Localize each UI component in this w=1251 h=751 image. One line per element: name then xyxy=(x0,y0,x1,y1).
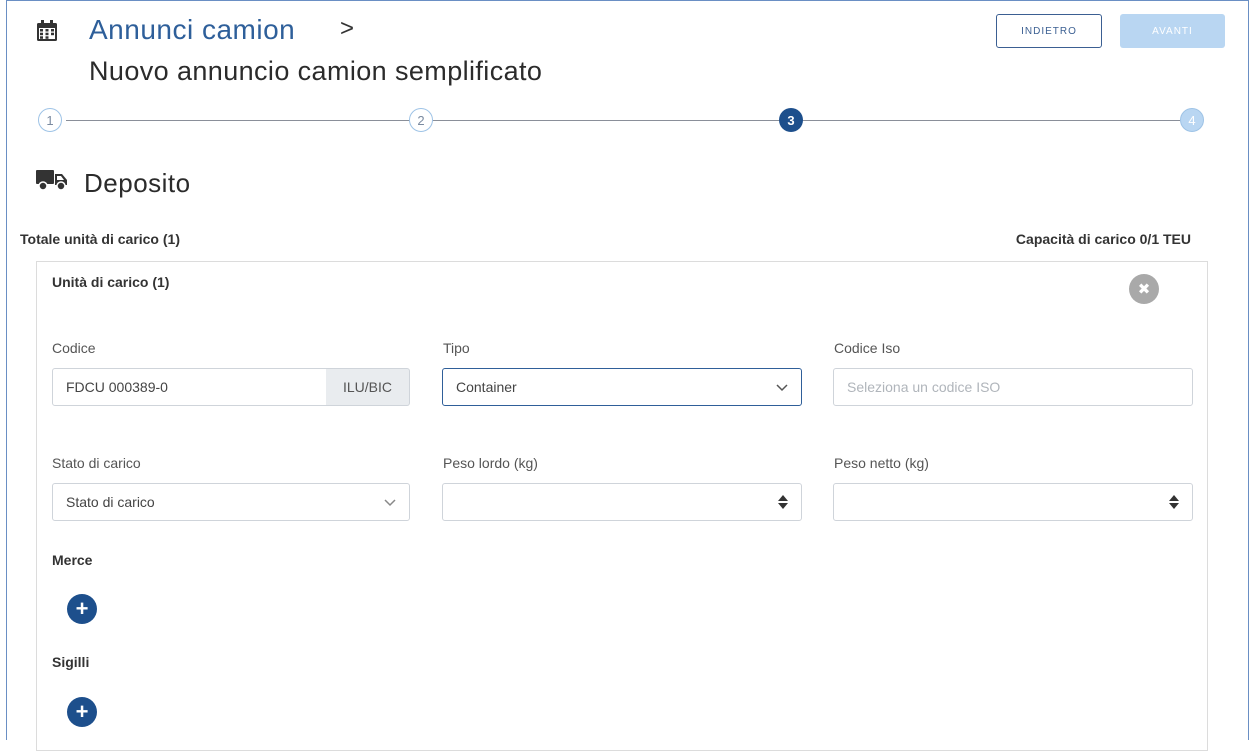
tipo-select[interactable]: Container xyxy=(442,368,802,406)
stato-value: Stato di carico xyxy=(66,494,155,510)
peso-lordo-label: Peso lordo (kg) xyxy=(443,455,538,471)
peso-lordo-input[interactable] xyxy=(442,483,802,521)
tipo-value: Container xyxy=(456,379,517,395)
add-merce-button[interactable]: + xyxy=(67,594,97,624)
step-1[interactable]: 1 xyxy=(38,108,62,132)
codice-iso-placeholder: Seleziona un codice ISO xyxy=(847,379,1001,395)
stato-select[interactable]: Stato di carico xyxy=(52,483,410,521)
peso-netto-label: Peso netto (kg) xyxy=(834,455,929,471)
add-sigilli-button[interactable]: + xyxy=(67,697,97,727)
truck-icon xyxy=(36,170,67,191)
section-title: Deposito xyxy=(84,168,191,198)
load-capacity-label: Capacità di carico 0/1 TEU xyxy=(1015,231,1191,247)
codice-addon: ILU/BIC xyxy=(326,368,410,406)
merce-label: Merce xyxy=(52,552,93,568)
calendar-icon xyxy=(37,20,57,41)
page-subtitle: Nuovo annuncio camion semplificato xyxy=(89,56,543,86)
step-2[interactable]: 2 xyxy=(409,108,433,132)
step-4[interactable]: 4 xyxy=(1180,108,1204,132)
next-button[interactable]: AVANTI xyxy=(1120,14,1225,48)
peso-netto-input[interactable] xyxy=(833,483,1193,521)
tipo-label: Tipo xyxy=(443,340,470,356)
codice-value: FDCU 000389-0 xyxy=(66,379,168,395)
stepper-line xyxy=(66,120,1180,121)
number-spinner[interactable] xyxy=(1168,495,1180,509)
codice-label: Codice xyxy=(52,340,96,356)
number-spinner[interactable] xyxy=(777,495,789,509)
codice-iso-input[interactable]: Seleziona un codice ISO xyxy=(833,368,1193,406)
chevron-down-icon xyxy=(776,384,788,392)
stato-label: Stato di carico xyxy=(52,455,141,471)
codice-input[interactable]: FDCU 000389-0 xyxy=(52,368,327,406)
close-icon[interactable]: ✖ xyxy=(1129,274,1159,304)
back-button[interactable]: INDIETRO xyxy=(996,14,1102,48)
sigilli-label: Sigilli xyxy=(52,654,90,670)
step-3[interactable]: 3 xyxy=(779,108,803,132)
chevron-right-icon: > xyxy=(340,15,355,42)
page-title[interactable]: Annunci camion xyxy=(89,14,295,46)
total-units-label: Totale unità di carico (1) xyxy=(20,231,180,247)
chevron-down-icon xyxy=(384,499,396,507)
codice-iso-label: Codice Iso xyxy=(834,340,901,356)
load-unit-title: Unità di carico (1) xyxy=(52,274,170,290)
